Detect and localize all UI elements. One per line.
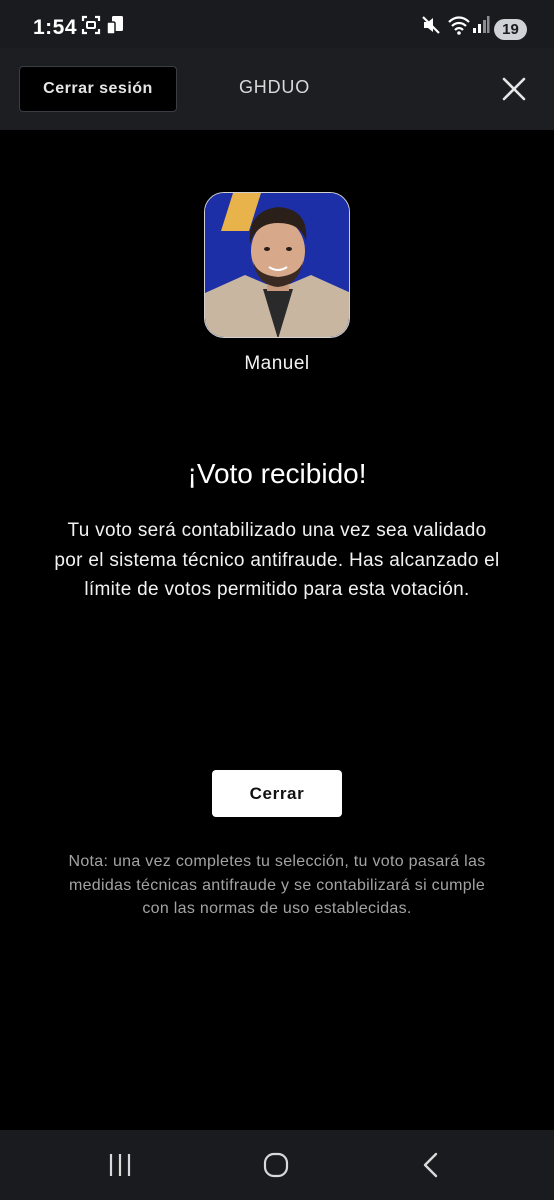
contestant-avatar (204, 192, 350, 338)
status-time: 1:54 (33, 16, 78, 39)
system-nav-bar (0, 1130, 554, 1200)
mute-icon (422, 16, 440, 34)
close-button[interactable]: Cerrar (212, 770, 342, 817)
signal-icon (473, 16, 490, 33)
cast-icon (106, 16, 123, 35)
header-title: GHDUO (239, 77, 310, 97)
status-bar: 1:54 19 (0, 0, 554, 48)
logout-button[interactable]: Cerrar sesión (19, 66, 177, 112)
screenshot-icon (81, 15, 101, 35)
confirmation-title: ¡Voto recibido! (187, 458, 367, 489)
battery-icon: 19 (494, 19, 527, 40)
wifi-icon (448, 16, 470, 35)
close-icon[interactable] (499, 74, 529, 104)
recent-apps-icon[interactable] (100, 1150, 140, 1180)
footnote: Nota: una vez completes tu selección, tu… (68, 853, 486, 917)
confirmation-message: Tu voto será contabilizado una vez sea v… (54, 520, 500, 600)
home-icon[interactable] (256, 1150, 296, 1180)
contestant-photo (205, 193, 349, 337)
app-header: Cerrar sesión GHDUO (0, 48, 554, 130)
contestant-name: Manuel (244, 353, 310, 374)
back-icon[interactable] (411, 1150, 451, 1180)
